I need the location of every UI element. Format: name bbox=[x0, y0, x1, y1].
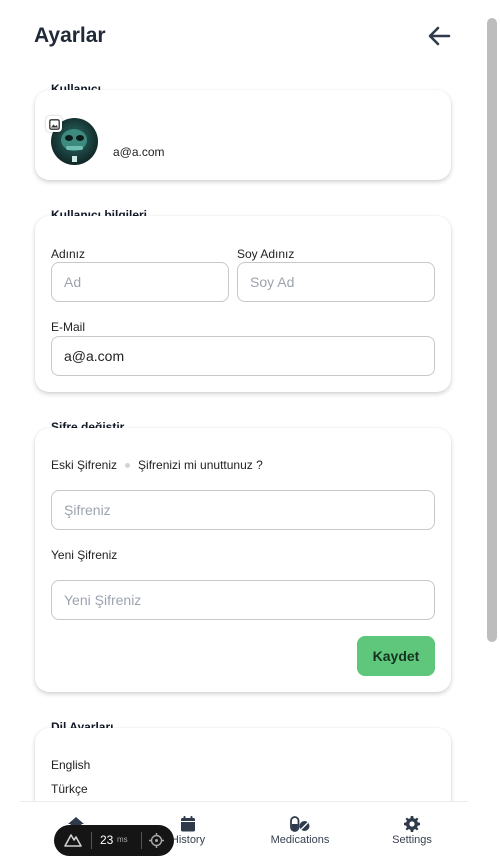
gear-icon bbox=[404, 816, 420, 832]
perf-divider bbox=[141, 832, 142, 849]
first-name-label: Adınız bbox=[51, 247, 86, 261]
password-card: Eski Şifreniz Şifrenizi mi unuttunuz ? Y… bbox=[35, 428, 451, 692]
separator-dot bbox=[125, 462, 131, 468]
performance-overlay[interactable]: 23 ms bbox=[54, 825, 174, 856]
header: Ayarlar bbox=[0, 0, 486, 72]
crosshair-icon bbox=[149, 833, 164, 848]
first-name-input[interactable] bbox=[51, 262, 229, 302]
nav-item-medications[interactable]: Medications bbox=[244, 802, 356, 864]
save-button[interactable]: Kaydet bbox=[357, 636, 435, 676]
calendar-icon bbox=[181, 816, 195, 832]
nav-item-settings[interactable]: Settings bbox=[356, 802, 468, 864]
language-option-english[interactable]: English bbox=[51, 758, 90, 772]
user-email: a@a.com bbox=[113, 145, 165, 159]
new-password-input[interactable] bbox=[51, 580, 435, 620]
user-card: a@a.com bbox=[35, 90, 451, 180]
old-password-row: Eski Şifreniz Şifrenizi mi unuttunuz ? bbox=[51, 458, 263, 472]
last-name-input[interactable] bbox=[237, 262, 435, 302]
email-label: E-Mail bbox=[51, 320, 86, 334]
perf-value: 23 bbox=[100, 833, 114, 847]
user-info-card: Adınız Soy Adınız E-Mail bbox=[35, 216, 451, 392]
forgot-password-link[interactable]: Şifrenizi mi unuttunuz ? bbox=[138, 458, 263, 472]
email-field[interactable] bbox=[51, 336, 435, 376]
perf-unit: ms bbox=[117, 835, 128, 844]
mountain-logo-icon bbox=[64, 834, 82, 847]
image-icon bbox=[48, 118, 60, 130]
language-option-turkish[interactable]: Türkçe bbox=[51, 782, 88, 796]
scrollbar[interactable] bbox=[487, 18, 497, 642]
old-password-input[interactable] bbox=[51, 490, 435, 530]
back-button[interactable] bbox=[424, 22, 454, 50]
new-password-label: Yeni Şifreniz bbox=[51, 548, 118, 562]
old-password-label: Eski Şifreniz bbox=[51, 458, 118, 472]
arrow-left-icon bbox=[428, 26, 451, 46]
nav-label-medications: Medications bbox=[270, 834, 330, 846]
nav-label-settings: Settings bbox=[392, 834, 432, 846]
page-title: Ayarlar bbox=[34, 24, 106, 47]
last-name-label: Soy Adınız bbox=[237, 247, 295, 261]
change-avatar-button[interactable] bbox=[46, 116, 62, 132]
pills-icon bbox=[290, 816, 310, 832]
perf-divider bbox=[91, 832, 92, 849]
